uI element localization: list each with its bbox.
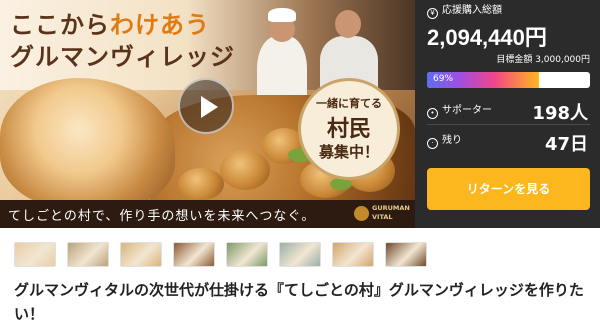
badge-line2: 村民 <box>326 116 371 142</box>
gallery-thumbnail[interactable] <box>173 242 215 267</box>
play-video-button[interactable] <box>178 78 234 134</box>
remaining-label: · 残り <box>427 134 462 149</box>
logo-text: GURUMAN VITAL <box>372 204 410 221</box>
guruman-vital-logo: GURUMAN VITAL <box>354 203 410 225</box>
hero-title-line2: グルマンヴィレッジ <box>10 42 235 71</box>
progress-percent-label: 69% <box>433 74 454 84</box>
gallery-thumbnail[interactable] <box>14 242 56 267</box>
badge-line1: 一緒に育てる <box>316 97 382 110</box>
chef-hat <box>268 8 296 22</box>
villager-recruit-badge: 一緒に育てる 村民 募集中！ <box>298 78 400 180</box>
clock-icon: · <box>427 138 438 149</box>
hero-title-line1: ここからわけあう <box>10 10 210 39</box>
play-icon <box>201 96 218 118</box>
goal-amount: 目標金額 3,000,000円 <box>496 55 590 65</box>
bread-bun <box>178 168 224 200</box>
gallery-thumbnail[interactable] <box>120 242 162 267</box>
logo-mark-icon <box>354 206 369 221</box>
funding-progress-bar: 69% <box>427 72 590 88</box>
gallery-thumbnail[interactable] <box>332 242 374 267</box>
remaining-value: 47日 <box>544 134 588 155</box>
gallery-thumbnail[interactable] <box>279 242 321 267</box>
gallery-thumbnail[interactable] <box>385 242 427 267</box>
supporters-value: 198人 <box>532 103 588 124</box>
raised-amount: 2,094,440円 <box>427 25 547 50</box>
project-title: グルマンヴィタルの次世代が仕掛ける『てしごとの村』グルマンヴィレッジを作りたい！ <box>14 281 584 323</box>
project-hero-video[interactable]: ここからわけあう グルマンヴィレッジ 一緒に育てる 村民 募集中！ てしごとの村… <box>0 0 415 228</box>
view-returns-button[interactable]: リターンを見る <box>427 168 590 210</box>
chef-head <box>335 10 361 38</box>
bread-bun <box>220 150 270 190</box>
stats-divider <box>427 124 590 125</box>
bread-loaf-image <box>0 78 175 208</box>
gallery-thumbnail[interactable] <box>67 242 109 267</box>
hero-banner-text: てしごとの村で、作り手の想いを未来へつなぐ。 <box>8 209 316 224</box>
supporters-label: • サポーター <box>427 104 492 119</box>
gallery-thumbnail[interactable] <box>226 242 268 267</box>
badge-line3: 募集中！ <box>318 143 379 161</box>
person-icon: • <box>427 108 438 119</box>
yen-icon: ¥ <box>427 8 438 19</box>
raised-label: ¥ 応援購入総額 <box>427 4 502 19</box>
